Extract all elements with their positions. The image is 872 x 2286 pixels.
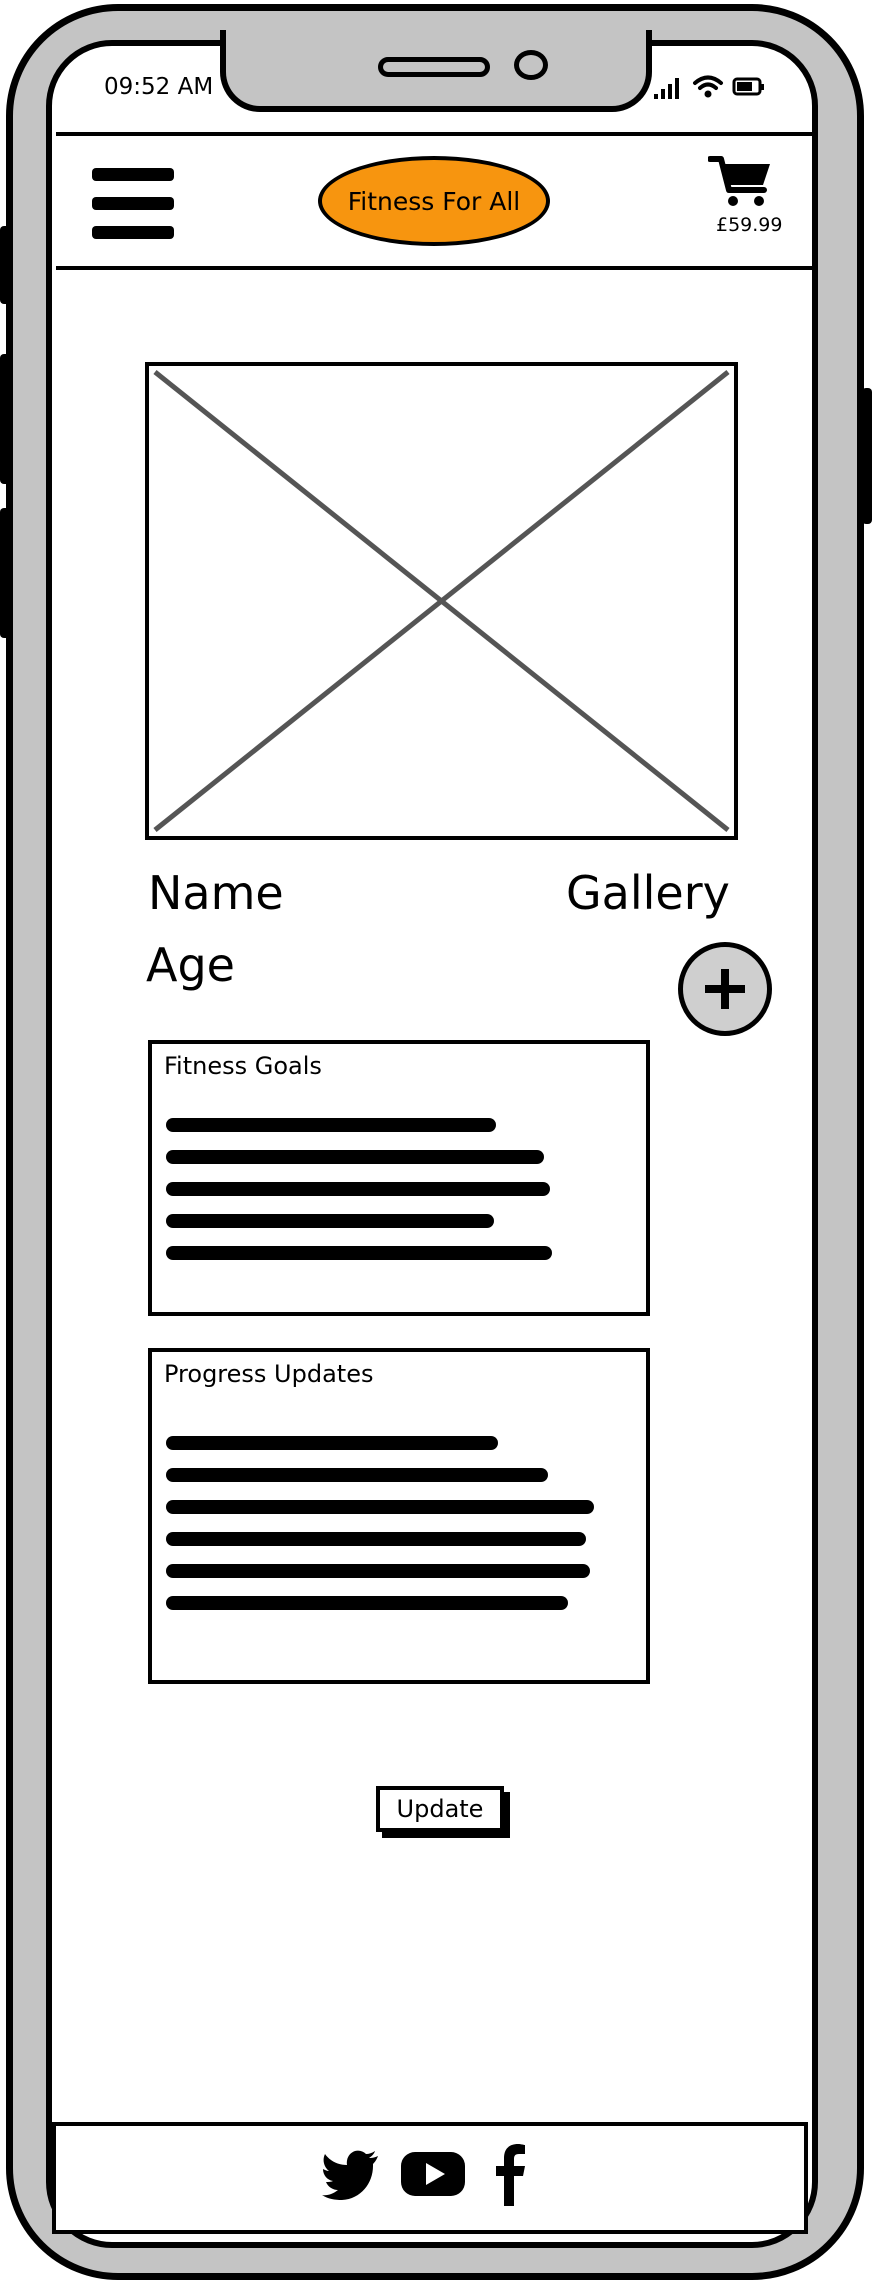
battery-icon — [732, 77, 764, 96]
name-label: Name — [148, 866, 284, 920]
twitter-icon[interactable] — [322, 2150, 380, 2200]
side-button — [0, 354, 10, 484]
progress-updates-card: Progress Updates — [148, 1348, 650, 1684]
placeholder-text-line — [166, 1436, 498, 1450]
wifi-icon — [693, 75, 723, 98]
placeholder-text-line — [166, 1118, 496, 1132]
side-button — [0, 226, 10, 304]
add-gallery-button[interactable] — [678, 942, 772, 1036]
placeholder-text-line — [166, 1596, 568, 1610]
camera — [514, 50, 548, 80]
progress-updates-title: Progress Updates — [164, 1360, 374, 1388]
shopping-cart-icon[interactable] — [708, 154, 774, 210]
plus-icon — [705, 969, 745, 1009]
update-button[interactable]: Update — [376, 1786, 504, 1832]
speaker — [378, 57, 490, 77]
signal-icon — [654, 78, 679, 99]
image-placeholder — [145, 362, 738, 840]
fitness-goals-title: Fitness Goals — [164, 1052, 322, 1080]
gallery-link[interactable]: Gallery — [566, 866, 730, 920]
placeholder-text-line — [166, 1500, 594, 1514]
fitness-goals-card: Fitness Goals — [148, 1040, 650, 1316]
placeholder-text-line — [166, 1150, 544, 1164]
age-label: Age — [146, 938, 235, 992]
placeholder-text-line — [166, 1182, 550, 1196]
placeholder-text-line — [166, 1564, 590, 1578]
facebook-icon[interactable] — [494, 2144, 526, 2206]
placeholder-text-line — [166, 1214, 494, 1228]
brand-label: Fitness For All — [347, 186, 521, 216]
side-button — [0, 508, 10, 638]
brand-logo[interactable]: Fitness For All — [318, 156, 550, 246]
youtube-icon[interactable] — [400, 2150, 466, 2198]
placeholder-text-line — [166, 1468, 548, 1482]
placeholder-text-line — [166, 1532, 586, 1546]
placeholder-text-line — [166, 1246, 552, 1260]
hamburger-menu-icon[interactable] — [92, 168, 174, 255]
cart-total: £59.99 — [716, 214, 783, 236]
side-button — [862, 388, 872, 524]
status-time: 09:52 AM — [104, 74, 214, 100]
